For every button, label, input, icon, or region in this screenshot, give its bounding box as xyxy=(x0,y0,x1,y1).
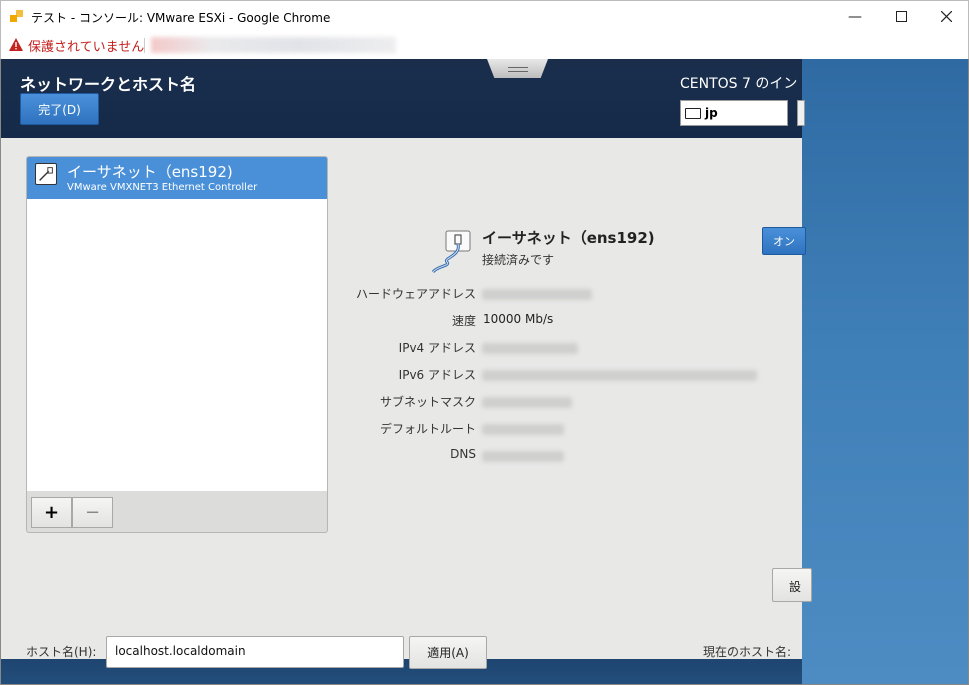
hostname-input[interactable]: localhost.localdomain xyxy=(106,636,404,668)
vmware-app-icon xyxy=(10,10,23,22)
window-title: テスト - コンソール: VMware ESXi - Google Chrome xyxy=(31,11,331,25)
address-separator xyxy=(144,38,145,53)
detail-row-hw-address: ハードウェアアドレス xyxy=(1,285,802,305)
security-status[interactable]: 保護されていません xyxy=(28,36,144,55)
detail-label: デフォルトルート xyxy=(379,422,476,436)
ethernet-icon xyxy=(35,163,57,185)
redacted-value xyxy=(482,343,578,354)
detail-label: DNS xyxy=(450,447,476,461)
done-button[interactable]: 完了(D) xyxy=(20,93,99,125)
minimize-icon: — xyxy=(848,8,862,25)
page-title: ネットワークとホスト名 xyxy=(20,75,197,94)
minimize-button[interactable]: — xyxy=(832,1,878,32)
detail-label: 速度 xyxy=(451,314,476,328)
maximize-icon xyxy=(895,11,907,22)
device-name: イーサネット（ens192) xyxy=(67,163,233,181)
connection-status: 接続済みです xyxy=(482,253,555,267)
address-bar[interactable]: 保護されていません xyxy=(0,31,969,59)
menu-icon xyxy=(508,67,528,72)
keyboard-layout-indicator[interactable]: jp xyxy=(680,100,788,126)
ethernet-cable-icon xyxy=(431,230,471,274)
detail-row-dns: DNS xyxy=(1,447,802,467)
detail-row-ipv4: IPv4 アドレス xyxy=(1,339,802,359)
help-button[interactable] xyxy=(797,100,805,126)
detail-label: IPv6 アドレス xyxy=(398,368,476,382)
warning-icon xyxy=(9,38,23,51)
detail-row-default-route: デフォルトルート xyxy=(1,420,802,440)
apply-hostname-button[interactable]: 適用(A) xyxy=(409,636,487,669)
detail-value: 10000 Mb/s xyxy=(483,312,554,326)
remove-device-button[interactable]: − xyxy=(72,497,113,528)
device-description: VMware VMXNET3 Ethernet Controller xyxy=(67,182,258,193)
window-titlebar: テスト - コンソール: VMware ESXi - Google Chrome… xyxy=(0,0,969,31)
detail-label: ハードウェアアドレス xyxy=(355,287,476,301)
detail-row-speed: 速度 10000 Mb/s xyxy=(1,312,802,332)
redacted-value xyxy=(482,370,757,381)
redacted-value xyxy=(482,451,564,462)
close-button[interactable] xyxy=(923,1,969,32)
device-list-toolbar: + − xyxy=(26,491,328,533)
redacted-value xyxy=(482,397,572,408)
maximize-button[interactable] xyxy=(878,1,924,32)
keyboard-icon xyxy=(685,108,701,119)
configure-button[interactable]: 設 xyxy=(772,568,812,602)
add-device-button[interactable]: + xyxy=(31,497,72,528)
redacted-value xyxy=(482,289,592,300)
close-icon xyxy=(940,11,952,22)
vm-console[interactable]: ネットワークとホスト名 完了(D) CENTOS 7 のイン jp イーサネット… xyxy=(0,59,969,685)
redacted-value xyxy=(482,424,564,435)
installer-product-title: CENTOS 7 のイン xyxy=(680,76,798,92)
connection-title: イーサネット（ens192) xyxy=(482,229,655,247)
installer-header: ネットワークとホスト名 完了(D) CENTOS 7 のイン jp xyxy=(1,59,805,138)
detail-row-ipv6: IPv6 アドレス xyxy=(1,366,802,386)
detail-row-subnet: サブネットマスク xyxy=(1,393,802,413)
hostname-label: ホスト名(H): xyxy=(26,645,97,659)
url-text-redacted[interactable] xyxy=(151,37,396,53)
current-hostname-label: 現在のホスト名: xyxy=(703,645,792,659)
network-spoke-pane: イーサネット（ens192) VMware VMXNET3 Ethernet C… xyxy=(1,138,812,669)
desktop-background xyxy=(802,59,968,684)
detail-label: サブネットマスク xyxy=(379,395,476,409)
keyboard-layout-label: jp xyxy=(705,106,718,120)
detail-label: IPv4 アドレス xyxy=(398,341,476,355)
connection-toggle[interactable]: オン xyxy=(762,227,806,255)
list-item-ens192[interactable]: イーサネット（ens192) VMware VMXNET3 Ethernet C… xyxy=(27,157,327,199)
